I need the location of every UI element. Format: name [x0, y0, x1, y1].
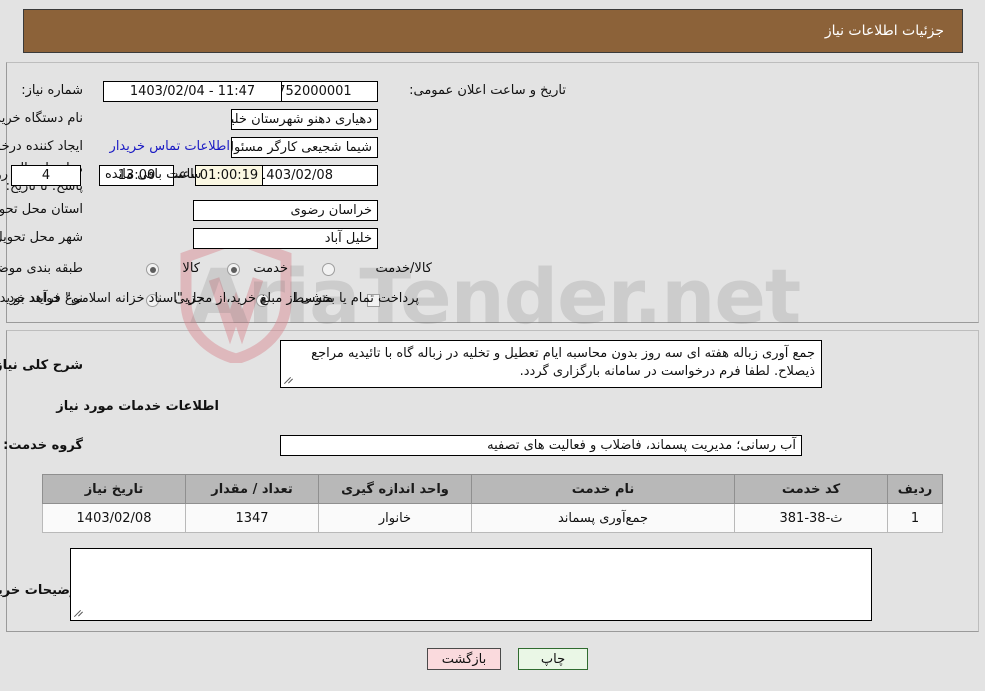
cell-date: 1403/02/08: [42, 503, 186, 533]
province-value: خراسان رضوی: [193, 200, 378, 221]
th-name: نام خدمت: [471, 474, 735, 504]
radio-category-kala-label: کالا: [182, 261, 200, 276]
radio-category-khedmat-label: خدمت: [253, 261, 288, 276]
radio-category-kala[interactable]: [146, 263, 159, 276]
category-label: طبقه بندی موضوعی:: [0, 261, 83, 276]
days-value: 4: [11, 165, 81, 186]
resize-grip-icon[interactable]: [283, 374, 295, 386]
back-button[interactable]: بازگشت: [427, 648, 501, 670]
services-table: ردیف کد خدمت نام خدمت واحد اندازه گیری ت…: [42, 474, 943, 533]
service-group-value: آب رسانی؛ مدیریت پسماند، فاضلاب و فعالیت…: [280, 435, 802, 456]
buyer-contact-link[interactable]: اطلاعات تماس خریدار: [110, 139, 230, 154]
radio-category-kala-khedmat-label: کالا/خدمت: [375, 261, 432, 276]
description-label: شرح کلی نیاز:: [0, 358, 83, 373]
cell-unit: خانوار: [318, 503, 472, 533]
buyer-notes-textarea[interactable]: [70, 548, 872, 621]
th-row: ردیف: [887, 474, 943, 504]
city-value: خلیل آباد: [193, 228, 378, 249]
creator-value: شیما شجیعی کارگر مسئول مالی دهیاری دهنو …: [231, 137, 378, 158]
creator-label: ایجاد کننده درخواست:: [0, 139, 83, 154]
treasury-note-text: پرداخت تمام یا بخشی از مبلغ خرید،از محل …: [4, 291, 419, 306]
cell-code: ث-38-381: [734, 503, 888, 533]
description-text: جمع آوری زباله هفته ای سه روز بدون محاسب…: [311, 346, 815, 379]
radio-category-kala-khedmat[interactable]: [322, 263, 335, 276]
cell-name: جمع‌آوری پسماند: [471, 503, 735, 533]
announce-label: تاریخ و ساعت اعلان عمومی:: [409, 83, 566, 98]
th-quantity: تعداد / مقدار: [185, 474, 319, 504]
resize-grip-icon[interactable]: [73, 607, 85, 619]
service-group-label: گروه خدمت:: [3, 438, 83, 453]
days-label: روز و: [0, 167, 8, 182]
page-title: جزئیات اطلاعات نیاز: [23, 9, 963, 53]
cell-row: 1: [887, 503, 943, 533]
table-header-row: ردیف کد خدمت نام خدمت واحد اندازه گیری ت…: [42, 474, 943, 504]
city-label: شهر محل تحویل:: [0, 230, 83, 245]
countdown-value: 01:00:19: [195, 165, 263, 186]
buyer-org-value: دهیاری دهنو شهرستان خلیل آباد: [231, 109, 378, 130]
announce-value: 11:47 - 1403/02/04: [103, 81, 282, 102]
buyer-org-label: نام دستگاه خریدار:: [0, 111, 83, 126]
radio-category-khedmat[interactable]: [227, 263, 240, 276]
table-row: 1 ث-38-381 جمع‌آوری پسماند خانوار 1347 1…: [42, 503, 943, 533]
th-code: کد خدمت: [734, 474, 888, 504]
th-date: تاریخ نیاز: [42, 474, 186, 504]
province-label: استان محل تحویل:: [0, 202, 83, 217]
cell-quantity: 1347: [185, 503, 319, 533]
description-textarea[interactable]: جمع آوری زباله هفته ای سه روز بدون محاسب…: [280, 340, 822, 388]
need-number-label: شماره نیاز:: [21, 83, 83, 98]
remaining-label: ساعت باقی مانده: [105, 167, 202, 182]
print-button[interactable]: چاپ: [518, 648, 588, 670]
page-title-text: جزئیات اطلاعات نیاز: [824, 23, 944, 39]
th-unit: واحد اندازه گیری: [318, 474, 472, 504]
services-section-heading: اطلاعات خدمات مورد نیاز: [56, 399, 219, 414]
page-root: AriaTender.net جزئیات اطلاعات نیاز شماره…: [0, 0, 985, 691]
